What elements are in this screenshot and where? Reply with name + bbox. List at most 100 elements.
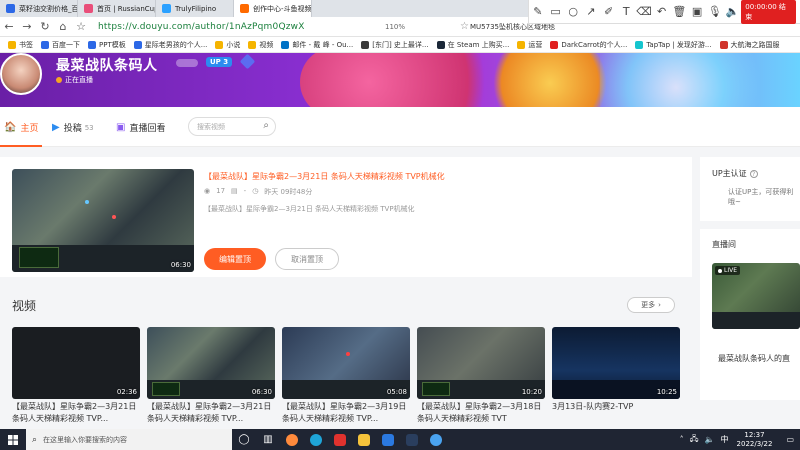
app-icon[interactable] — [304, 429, 328, 450]
tab-replays[interactable]: ▣ 直播回看 — [116, 121, 165, 134]
more-videos-button[interactable]: 更多 › — [627, 297, 675, 313]
text-tool-icon[interactable]: T — [617, 5, 635, 18]
app-icon[interactable] — [424, 429, 448, 450]
video-search-input[interactable]: 搜索视频 ⌕ — [188, 117, 276, 136]
bookmark-label: 百度一下 — [52, 40, 80, 49]
media-app-icon — [382, 433, 394, 446]
reload-icon[interactable]: ↻ — [36, 20, 54, 33]
bookmark-item[interactable]: PPT模板 — [88, 40, 126, 50]
ime-indicator[interactable]: 中 — [721, 434, 729, 445]
url-input[interactable]: https://v.douyu.com/author/1nAzPqm0QzwX — [98, 22, 305, 32]
highlighter-icon[interactable]: ✐ — [600, 5, 618, 18]
bookmark-item[interactable]: [东门] 史上最详... — [361, 40, 429, 50]
video-title[interactable]: 【最菜战队】星际争霸2—3月21日 条码人天梯精彩视频 TVP... — [12, 401, 142, 425]
zoom-level[interactable]: 110% — [385, 23, 405, 31]
bookmark-folder[interactable]: 小说 — [215, 40, 240, 50]
video-title[interactable]: 【最菜战队】星际争霸2—3月19日 条码人天梯精彩视频 TVP... — [282, 401, 412, 425]
bookmark-item[interactable]: TapTap | 发现好游... — [635, 40, 712, 50]
bookmark-item[interactable]: 在 Steam 上购买... — [436, 40, 509, 50]
tab-label: 首页 | RussianCupid.com — [97, 4, 155, 13]
channel-name: 最菜战队条码人 — [56, 58, 158, 74]
favorite-icon[interactable]: ☆ — [460, 21, 469, 32]
chevron-right-icon: › — [658, 301, 661, 309]
tab-favicon-icon — [84, 4, 93, 13]
browser-tab[interactable]: 菜籽油交割价格_百度搜索 — [0, 0, 78, 17]
browser-tab[interactable]: TrulyFilipino — [156, 0, 234, 17]
bookmark-item[interactable]: 大航海之路国服 — [719, 40, 780, 50]
live-room-thumbnail[interactable]: LIVE — [712, 263, 800, 329]
tab-uploads[interactable]: ▶ 投稿 53 — [52, 121, 94, 134]
video-title[interactable]: 【最菜战队】星际争霸2—3月21日 条码人天梯精彩视频 TVP... — [147, 401, 277, 425]
chevron-up-icon[interactable]: ˄ — [680, 435, 684, 444]
video-thumbnail[interactable]: 02:36 — [12, 327, 140, 399]
bookmark-folder[interactable]: 运营 — [517, 40, 542, 50]
bookmark-item[interactable]: 百度一下 — [41, 40, 80, 50]
live-status[interactable]: 正在直播 — [56, 75, 93, 85]
video-title[interactable]: 3月13日-队内赛2-TVP — [552, 401, 682, 413]
video-thumbnail[interactable]: 06:30 — [147, 327, 275, 399]
unpin-button[interactable]: 取消置顶 — [275, 248, 339, 270]
bookmark-label: [东门] 史上最详... — [372, 40, 429, 49]
live-room-caption[interactable]: 最菜战队条码人的直 — [718, 353, 790, 364]
certification-description: 认证UP主，可获得利哦~ — [728, 188, 794, 206]
certification-header: UP主认证 ? — [712, 168, 758, 179]
tab-home[interactable]: 🏠 主页 — [4, 121, 38, 134]
video-title[interactable]: 【最菜战队】星际争霸2—3月18日 条码人天梯精彩视频 TVT — [417, 401, 547, 425]
rectangle-icon[interactable]: ▭ — [547, 5, 565, 18]
taskbar-search-input[interactable]: ⌕ 在这里输入你要搜索的内容 — [26, 429, 232, 450]
home-icon[interactable]: ⌂ — [54, 20, 72, 33]
bookmark-item[interactable]: DarkCarrot的个人... — [550, 40, 627, 50]
volume-icon[interactable]: 🔈 — [705, 435, 715, 444]
arrow-icon[interactable]: ↗ — [582, 5, 600, 18]
video-thumbnail[interactable]: 10:20 — [417, 327, 545, 399]
bookmark-star-icon[interactable]: ☆ — [72, 20, 90, 33]
bookmark-folder[interactable]: 视频 — [248, 40, 273, 50]
app-icon[interactable] — [400, 429, 424, 450]
profile-nav: 🏠 主页 ▶ 投稿 53 ▣ 直播回看 搜索视频 ⌕ — [0, 107, 800, 147]
pinned-video-thumbnail[interactable]: 06:30 — [12, 169, 194, 272]
taskbar-search-placeholder: 在这里输入你要搜索的内容 — [43, 435, 128, 444]
app-icon[interactable] — [328, 429, 352, 450]
taskbar-clock[interactable]: 12:37 2022/3/22 — [737, 431, 773, 449]
forward-icon[interactable]: → — [18, 20, 36, 33]
microphone-icon[interactable]: 🎙 — [706, 5, 724, 18]
eraser-icon[interactable]: ⌫ — [635, 5, 653, 18]
avatar[interactable] — [0, 53, 42, 95]
video-thumbnail[interactable]: 10:25 — [552, 327, 680, 399]
live-dot-icon — [56, 77, 62, 83]
bookmark-label: PPT模板 — [99, 40, 126, 49]
windows-start-icon[interactable] — [0, 434, 26, 445]
help-icon[interactable]: ? — [749, 169, 758, 178]
edge-icon — [310, 433, 322, 446]
browser-tab-active[interactable]: 创作中心-斗鱼视频 — [234, 0, 312, 17]
pinned-video-title[interactable]: 【最菜战队】星际争霸2—3月21日 条码人天梯精彩视频 TVP机械化 — [204, 171, 445, 182]
folder-icon — [517, 40, 526, 49]
task-switch-icon[interactable]: ▥ — [256, 429, 280, 450]
camera-icon[interactable]: ▣ — [688, 5, 706, 18]
site-icon — [719, 40, 728, 49]
bookmark-item[interactable]: 邮件 - 戴 峰 - Ou... — [281, 40, 353, 50]
browser-tab[interactable]: 首页 | RussianCupid.com — [78, 0, 156, 17]
search-icon[interactable]: ⌕ — [263, 120, 269, 131]
circle-icon[interactable]: ○ — [564, 5, 582, 18]
pinned-video-meta: ◉ 17 ▤ - ◷ 昨天 09时48分 — [204, 187, 312, 197]
tab-label: 投稿 — [63, 124, 82, 134]
app-icon[interactable] — [352, 429, 376, 450]
bookmark-star-icon — [8, 40, 16, 49]
edit-pin-button[interactable]: 编辑置顶 — [204, 248, 266, 270]
bookmark-item[interactable]: 星际老男孩的个人... — [133, 40, 207, 50]
pen-icon[interactable]: ✎ — [529, 5, 547, 18]
app-icon[interactable] — [376, 429, 400, 450]
notification-icon[interactable]: ▭ — [786, 435, 794, 444]
undo-icon[interactable]: ↶ — [653, 5, 671, 18]
video-duration: 10:25 — [656, 388, 677, 396]
bookmark-item[interactable]: 书签 — [8, 40, 33, 50]
delete-icon[interactable]: 🗑 — [671, 5, 689, 18]
back-icon[interactable]: ← — [0, 20, 18, 33]
video-thumbnail[interactable]: 05:08 — [282, 327, 410, 399]
record-timer-button[interactable]: 00:00:00 结束 — [741, 0, 797, 24]
speaker-icon[interactable]: 🔈 — [724, 5, 742, 18]
app-icon[interactable] — [280, 429, 304, 450]
network-icon[interactable]: 🖧 — [690, 433, 699, 447]
task-view-icon[interactable]: ◯ — [232, 429, 256, 450]
